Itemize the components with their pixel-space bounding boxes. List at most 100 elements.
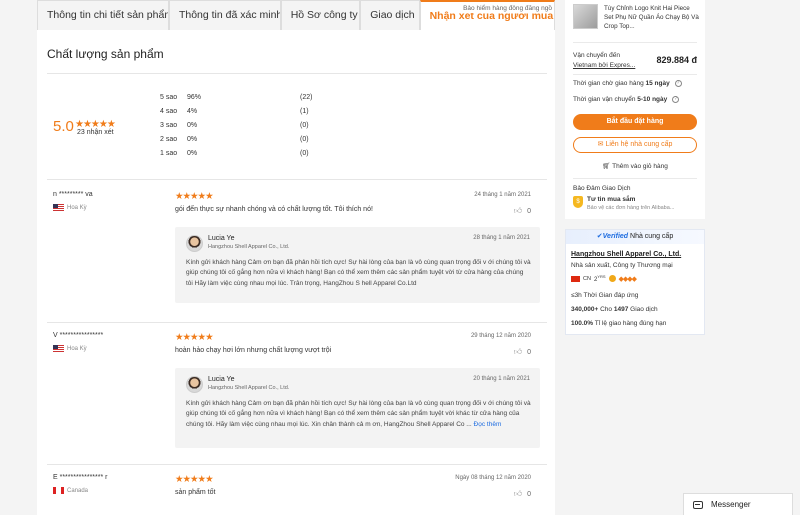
review-date: Ngày 08 tháng 12 năm 2020 bbox=[455, 475, 531, 481]
review-date: 24 tháng 1 năm 2021 bbox=[474, 192, 531, 198]
reply-body: Kính gửi khách hàng Cảm ơn bạn đã phản h… bbox=[186, 399, 531, 430]
review-item: V **************** Hoa Kỳ ★★★★★ 29 tháng… bbox=[47, 332, 547, 462]
thumbs-up-icon: 👍︎ bbox=[513, 206, 523, 215]
helpful-count: 0 bbox=[527, 348, 531, 356]
start-order-button[interactable]: Bắt đầu đặt hàng bbox=[573, 114, 697, 130]
review-stars: ★★★★★ bbox=[175, 474, 214, 485]
canada-flag-icon bbox=[53, 487, 64, 494]
divider bbox=[47, 464, 547, 465]
shipping-label: Vận chuyển đến bbox=[573, 52, 620, 59]
verified-banner: ✔Verified Nhà cung cấp bbox=[566, 230, 704, 244]
reply-author: Lucia Ye bbox=[208, 376, 235, 383]
tab-buyer-reviews[interactable]: Nhận xét của người mua Bảo hiểm hàng đôn… bbox=[419, 0, 556, 30]
country-name: Canada bbox=[67, 487, 89, 494]
country-code: CN bbox=[583, 275, 591, 282]
mail-icon: ✉ bbox=[597, 141, 604, 148]
rating-label: 3 sao bbox=[160, 122, 178, 129]
years-unit: YRS bbox=[597, 274, 606, 279]
review-text: hoàn hảo chạy hơi lớn nhưng chất lượng v… bbox=[175, 347, 332, 354]
trade-assurance-name: Tư tin mua sắm bbox=[587, 196, 636, 203]
helpful-count: 0 bbox=[527, 490, 531, 498]
rating-label: 4 sao bbox=[160, 108, 178, 115]
avatar bbox=[186, 376, 203, 393]
review-count: 23 nhận xét bbox=[77, 129, 114, 136]
rating-row-3: 3 sao 0% (0) bbox=[160, 122, 420, 132]
lead-time-row: Thời gian chờ giao hàng 15 ngày ? bbox=[573, 80, 682, 87]
on-time-row: 100.0% Tỉ lệ giao hàng đúng hạn bbox=[571, 320, 666, 327]
contact-supplier-button[interactable]: ✉ Liên hệ nhà cung cấp bbox=[573, 137, 697, 153]
us-flag-icon bbox=[53, 345, 64, 352]
product-name[interactable]: Tùy Chỉnh Logo Knit Hai Piece Set Phụ Nữ… bbox=[604, 4, 699, 32]
divider bbox=[573, 42, 697, 43]
order-card: Tùy Chỉnh Logo Knit Hai Piece Set Phụ Nữ… bbox=[565, 0, 705, 219]
info-icon[interactable]: ? bbox=[674, 80, 682, 87]
helpful-count: 0 bbox=[527, 207, 531, 215]
years-badge: 2YRS bbox=[594, 274, 606, 283]
verified-suffix: Nhà cung cấp bbox=[630, 233, 674, 240]
review-text: sản phẩm tốt bbox=[175, 489, 216, 496]
lead-time-label: Thời gian chờ giao hàng bbox=[573, 80, 644, 88]
info-icon[interactable]: ? bbox=[672, 96, 680, 103]
shield-icon: $ bbox=[573, 196, 583, 208]
tab-label: Thông tin đã xác minh bbox=[178, 9, 281, 21]
tab-product-details[interactable]: Thông tin chi tiết sản phẩm bbox=[37, 0, 169, 30]
tab-bar: Thông tin chi tiết sản phẩm Thông tin đã… bbox=[37, 0, 556, 30]
supplier-reply: Lucia Ye Hangzhou Shell Apparel Co., Ltd… bbox=[175, 368, 540, 448]
tab-transactions[interactable]: Giao dịch bbox=[360, 0, 420, 30]
helpful-button[interactable]: 👍︎ 0 bbox=[514, 347, 531, 357]
read-more-link[interactable]: Đọc thêm bbox=[474, 421, 502, 428]
tab-verified-info[interactable]: Thông tin đã xác minh bbox=[168, 0, 281, 30]
shipping-method-link[interactable]: Vietnam bởi Expres... bbox=[573, 62, 635, 69]
helpful-button[interactable]: 👍︎ 0 bbox=[514, 489, 531, 499]
rating-count: (0) bbox=[300, 136, 309, 143]
reply-author: Lucia Ye bbox=[208, 235, 235, 242]
thumbs-up-icon: 👍︎ bbox=[513, 489, 523, 498]
on-time-label: Tỉ lệ giao hàng đúng hạn bbox=[594, 320, 667, 327]
supplier-type: Nhà sản xuất, Công ty Thương mại bbox=[571, 262, 673, 269]
avatar bbox=[186, 235, 203, 252]
messenger-button[interactable]: Messenger bbox=[683, 493, 793, 515]
rating-count: (1) bbox=[300, 108, 309, 115]
product-thumbnail[interactable] bbox=[573, 4, 598, 29]
transactions-count: 1497 bbox=[613, 306, 629, 313]
chat-icon bbox=[693, 501, 703, 509]
rating-label: 2 sao bbox=[160, 136, 178, 143]
tab-label: Hồ Sơ công ty bbox=[290, 9, 358, 21]
messenger-label: Messenger bbox=[711, 500, 751, 509]
rating-percent: 0% bbox=[187, 150, 198, 157]
supplier-reply: Lucia Ye Hangzhou Shell Apparel Co., Ltd… bbox=[175, 227, 540, 303]
supplier-name-link[interactable]: Hangzhou Shell Apparel Co., Ltd. bbox=[571, 251, 681, 258]
cart-icon: 🛒︎ bbox=[602, 163, 611, 170]
tab-company-profile[interactable]: Hồ Sơ công ty bbox=[280, 0, 361, 30]
response-time-value: ≤3h bbox=[571, 292, 582, 299]
divider bbox=[573, 178, 697, 179]
shipping-price: 829.884 đ bbox=[656, 55, 697, 65]
section-title: Chất lượng sản phẩm bbox=[47, 47, 164, 61]
thumbs-up-icon: 👍︎ bbox=[513, 347, 523, 356]
reply-company: Hangzhou Shell Apparel Co., Ltd. bbox=[208, 244, 290, 250]
divider bbox=[47, 73, 547, 74]
response-time-label: Thời Gian đáp ứng bbox=[583, 292, 639, 299]
transactions-mid: Cho bbox=[600, 306, 613, 313]
reviewer-name: E **************** r bbox=[53, 474, 108, 481]
review-item: E **************** r Canada ★★★★★ Ngày 0… bbox=[47, 474, 547, 514]
review-stars: ★★★★★ bbox=[175, 332, 214, 343]
gold-supplier-icon bbox=[608, 275, 616, 282]
review-item: n ********* va Hoa Kỳ ★★★★★ 24 tháng 1 n… bbox=[47, 191, 547, 321]
average-score: 5.0 bbox=[53, 118, 74, 135]
reviewer-country: Canada bbox=[53, 487, 88, 494]
reviewer-name: V **************** bbox=[53, 332, 104, 339]
trade-assurance-title: Bảo Đảm Giao Dịch bbox=[573, 185, 631, 192]
rating-label: 1 sao bbox=[160, 150, 178, 157]
helpful-button[interactable]: 👍︎ 0 bbox=[514, 206, 531, 216]
china-flag-icon bbox=[571, 275, 580, 282]
add-to-cart-link[interactable]: 🛒︎ Thêm vào giỏ hàng bbox=[565, 162, 705, 170]
verified-label: Verified bbox=[602, 233, 629, 240]
rating-row-1: 1 sao 0% (0) bbox=[160, 150, 420, 160]
reviewer-country: Hoa Kỳ bbox=[53, 345, 87, 352]
rating-percent: 96% bbox=[187, 94, 202, 101]
us-flag-icon bbox=[53, 204, 64, 211]
reply-body: Kính gửi khách hàng Cảm ơn bạn đã phản h… bbox=[186, 259, 531, 287]
country-name: Hoa Kỳ bbox=[67, 204, 87, 211]
on-time-value: 100.0% bbox=[571, 320, 594, 327]
